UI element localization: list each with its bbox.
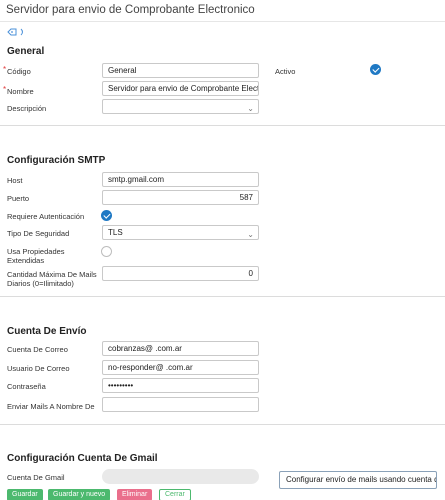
usa-propiedades-label: Usa Propiedades Extendidas (7, 247, 65, 265)
usa-propiedades-checkbox[interactable] (101, 246, 112, 257)
window-header: Servidor para envio de Comprobante Elect… (0, 0, 445, 22)
cuenta-correo-label: Cuenta De Correo (7, 345, 68, 354)
enviar-nombre-label: Enviar Mails A Nombre De (7, 402, 95, 411)
cuenta-gmail-field (102, 469, 259, 484)
contrasena-field[interactable]: ••••••••• (102, 378, 259, 393)
chevron-down-icon: ⌄ (247, 104, 254, 113)
activo-label: Activo (275, 67, 296, 76)
cerrar-button[interactable]: Cerrar (159, 489, 191, 500)
section-smtp-title: Configuración SMTP (7, 155, 106, 166)
tipo-seguridad-value: TLS (108, 228, 123, 237)
puerto-field[interactable]: 587 (102, 190, 259, 205)
section-cuenta-envio-title: Cuenta De Envío (7, 326, 87, 337)
requiere-auth-checkbox[interactable] (101, 210, 112, 221)
section-gmail-title: Configuración Cuenta De Gmail (7, 453, 158, 464)
usuario-correo-field[interactable]: no-responder@ .com.ar (102, 360, 259, 375)
guardar-nuevo-button[interactable]: Guardar y nuevo (48, 489, 111, 500)
page-title: Servidor para envio de Comprobante Elect… (6, 4, 255, 16)
usuario-correo-label: Usuario De Correo (7, 364, 70, 373)
codigo-label: * Código (3, 65, 31, 76)
chevron-down-icon: ⌄ (247, 230, 254, 239)
required-mark: * (3, 85, 7, 94)
descripcion-select[interactable]: ⌄ (102, 99, 259, 114)
tag-icon[interactable] (7, 27, 27, 37)
codigo-field[interactable]: General (102, 63, 259, 78)
divider (0, 125, 445, 126)
enviar-nombre-field[interactable] (102, 397, 259, 412)
section-general-title: General (7, 46, 45, 57)
required-mark: * (3, 65, 7, 74)
cantidad-max-field[interactable]: 0 (102, 266, 259, 281)
nombre-label: * Nombre (3, 85, 34, 96)
requiere-auth-label: Requiere Autenticación (7, 212, 85, 221)
descripcion-label: Descripción (7, 104, 47, 113)
guardar-button[interactable]: Guardar (7, 489, 43, 500)
configurar-gmail-button[interactable]: Configurar envío de mails usando cuenta … (279, 471, 437, 489)
divider (0, 296, 445, 297)
divider (0, 424, 445, 425)
tipo-seguridad-select[interactable]: TLS ⌄ (102, 225, 259, 240)
cuenta-gmail-label: Cuenta De Gmail (7, 473, 65, 482)
tipo-seguridad-label: Tipo De Seguridad (7, 229, 70, 238)
contrasena-label: Contraseña (7, 382, 46, 391)
host-field[interactable]: smtp.gmail.com (102, 172, 259, 187)
eliminar-button[interactable]: Eliminar (117, 489, 153, 500)
cantidad-max-label: Cantidad Máxima De Mails Diarios (0=Ilim… (7, 270, 97, 288)
host-label: Host (7, 176, 23, 185)
cuenta-correo-field[interactable]: cobranzas@ .com.ar (102, 341, 259, 356)
puerto-label: Puerto (7, 194, 30, 203)
activo-checkbox[interactable] (370, 64, 381, 75)
nombre-field[interactable]: Servidor para envio de Comprobante Elect… (102, 81, 259, 96)
